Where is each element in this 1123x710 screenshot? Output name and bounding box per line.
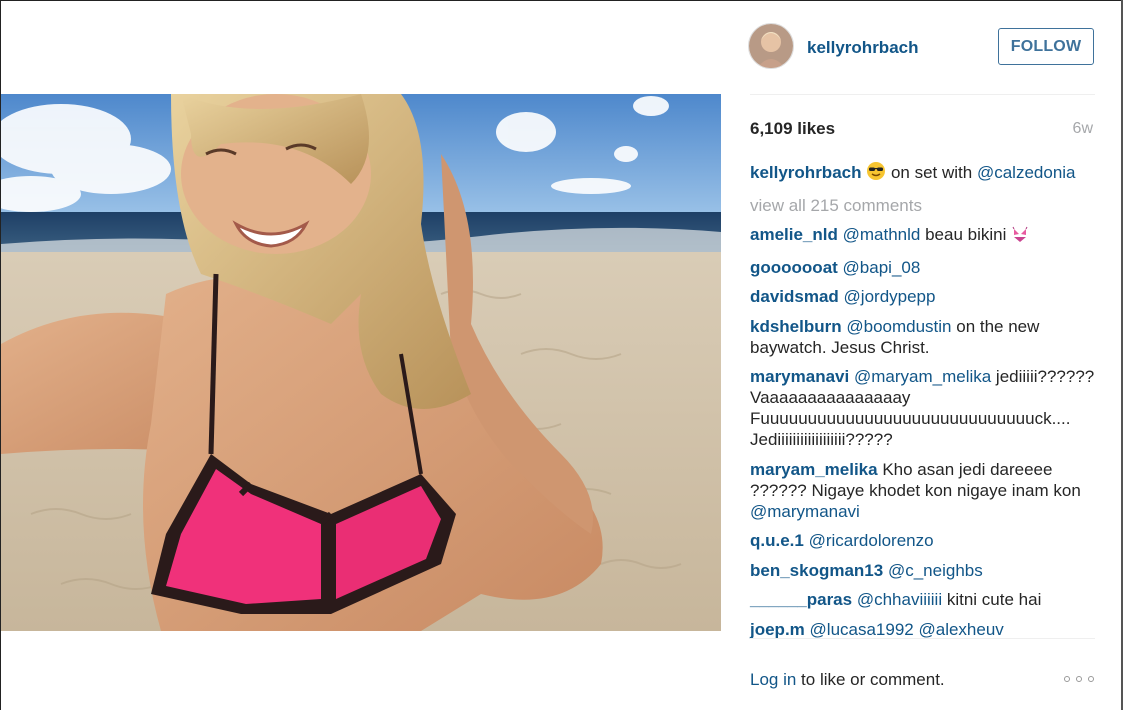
- comment-username[interactable]: joep.m: [750, 620, 805, 639]
- comment-mention[interactable]: @alexheuv: [918, 620, 1003, 639]
- dot: [1064, 676, 1070, 682]
- sunglasses-emoji-icon: [866, 161, 886, 186]
- window-top-border: [0, 0, 1123, 1]
- comment-mention[interactable]: @marymanavi: [750, 502, 860, 521]
- comment-username[interactable]: amelie_nld: [750, 225, 838, 244]
- post-username[interactable]: kellyrohrbach: [807, 38, 919, 58]
- comment: ______paras @chhaviiiiii kitni cute hai: [750, 589, 1095, 610]
- comment: gooooooat @bapi_08: [750, 257, 1095, 278]
- comment-username[interactable]: marymanavi: [750, 367, 849, 386]
- post-photo[interactable]: [1, 94, 721, 631]
- comment: maryam_melika Kho asan jedi dareeee ????…: [750, 459, 1095, 522]
- comment-mention[interactable]: @chhaviiiiii: [857, 590, 942, 609]
- comment-mention[interactable]: @lucasa1992: [810, 620, 914, 639]
- comment-username[interactable]: ______paras: [750, 590, 852, 609]
- view-all-comments-link[interactable]: view all 215 comments: [750, 195, 1095, 216]
- comment-text: kitni cute hai: [942, 590, 1042, 609]
- comment: joep.m @lucasa1992 @alexheuv: [750, 619, 1095, 640]
- post-header: kellyrohrbach FOLLOW: [748, 20, 1095, 75]
- avatar[interactable]: [748, 23, 794, 69]
- dot: [1088, 676, 1094, 682]
- comment-username[interactable]: gooooooat: [750, 258, 838, 277]
- comment-username[interactable]: kdshelburn: [750, 317, 842, 336]
- divider: [750, 94, 1095, 95]
- comment-username[interactable]: maryam_melika: [750, 460, 878, 479]
- comment-mention[interactable]: @c_neighbs: [888, 561, 983, 580]
- more-options-icon[interactable]: [1064, 676, 1094, 686]
- caption-username[interactable]: kellyrohrbach: [750, 163, 862, 182]
- comment-mention[interactable]: @bapi_08: [843, 258, 921, 277]
- comment-username[interactable]: davidsmad: [750, 287, 839, 306]
- comment-rows: amelie_nld @mathnld beau bikini gooooooa…: [750, 224, 1095, 640]
- dot: [1076, 676, 1082, 682]
- comment-username[interactable]: q.u.e.1: [750, 531, 804, 550]
- comment: marymanavi @maryam_melika jediiiii??????…: [750, 366, 1095, 450]
- post-time[interactable]: 6w: [1073, 120, 1093, 138]
- comment: kdshelburn @boomdustin on the new baywat…: [750, 316, 1095, 358]
- comment-mention[interactable]: @jordypepp: [844, 287, 936, 306]
- caption-mention[interactable]: @calzedonia: [977, 163, 1076, 182]
- comment-list: kellyrohrbach on set with @calzedonia vi…: [750, 161, 1095, 648]
- caption: kellyrohrbach on set with @calzedonia: [750, 161, 1095, 186]
- comment-username[interactable]: ben_skogman13: [750, 561, 883, 580]
- comment: ben_skogman13 @c_neighbs: [750, 560, 1095, 581]
- bikini-emoji-icon: [1011, 225, 1029, 248]
- comment-mention[interactable]: @maryam_melika: [854, 367, 991, 386]
- comment-mention[interactable]: @boomdustin: [846, 317, 951, 336]
- comment: q.u.e.1 @ricardolorenzo: [750, 530, 1095, 551]
- follow-button[interactable]: FOLLOW: [998, 28, 1094, 65]
- comment-text: beau bikini: [920, 225, 1012, 244]
- comment-mention[interactable]: @ricardolorenzo: [809, 531, 934, 550]
- comment: amelie_nld @mathnld beau bikini: [750, 224, 1095, 248]
- divider: [750, 638, 1095, 639]
- comment: davidsmad @jordypepp: [750, 286, 1095, 307]
- login-link[interactable]: Log in: [750, 670, 796, 689]
- caption-text: on set with: [890, 163, 973, 182]
- login-prompt: Log in to like or comment.: [750, 670, 945, 690]
- login-prompt-text: to like or comment.: [796, 670, 945, 689]
- comment-mention[interactable]: @mathnld: [843, 225, 921, 244]
- likes-count[interactable]: 6,109 likes: [750, 119, 835, 139]
